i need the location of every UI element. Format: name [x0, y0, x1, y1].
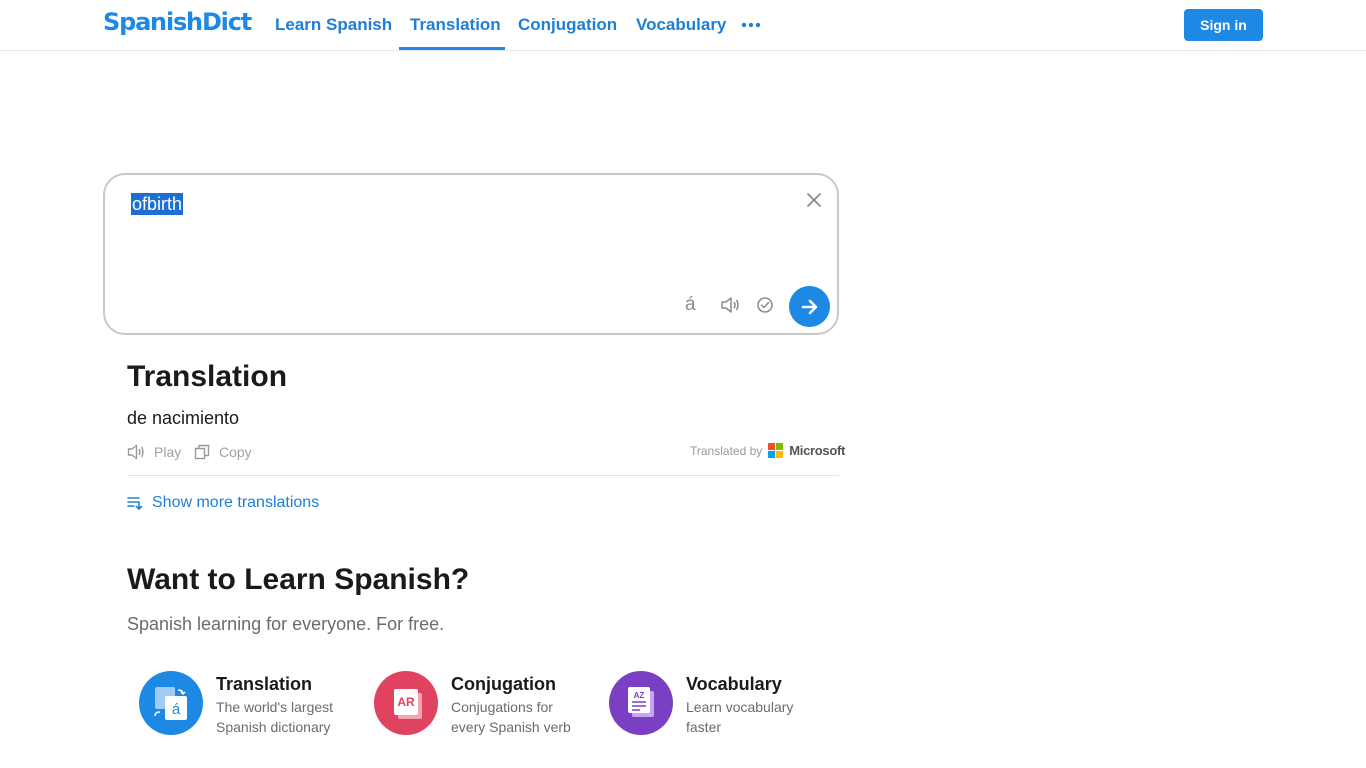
arrow-right-icon	[801, 299, 817, 314]
svg-text:á: á	[172, 701, 181, 718]
feature-conjugation[interactable]: AR Conjugation Conjugations for every Sp…	[374, 671, 584, 741]
translation-result: de nacimiento	[127, 408, 240, 428]
copy-icon	[194, 444, 210, 460]
feature-vocabulary[interactable]: AZ Vocabulary Learn vocabulary faster	[609, 671, 819, 741]
translator-input-text[interactable]: ofbirth	[131, 193, 184, 215]
divider	[127, 475, 839, 476]
feature-desc-line: every Spanish verb	[451, 719, 571, 735]
nav-learn-spanish[interactable]: Learn Spanish	[275, 15, 392, 35]
speaker-icon[interactable]	[720, 296, 740, 314]
copy-label: Copy	[219, 444, 252, 460]
nav-conjugation[interactable]: Conjugation	[518, 15, 617, 35]
show-more-label: Show more translations	[152, 494, 320, 511]
microsoft-logo-icon	[768, 443, 784, 458]
feature-title: Conjugation	[451, 674, 556, 694]
translator-input-box[interactable]: ofbirth á	[103, 173, 839, 335]
play-label: Play	[154, 444, 182, 460]
translation-heading: Translation	[127, 360, 288, 393]
feature-title: Translation	[216, 674, 313, 694]
list-expand-icon	[127, 497, 143, 510]
conjugation-feature-icon: AR	[374, 671, 438, 735]
play-button[interactable]: Play	[127, 444, 181, 460]
accent-icon[interactable]: á	[685, 294, 696, 316]
spellcheck-icon[interactable]	[756, 296, 774, 314]
speaker-icon	[127, 444, 144, 460]
feature-desc-line: Conjugations for	[451, 699, 553, 715]
feature-description: The world's largest Spanish dictionary	[216, 697, 356, 737]
vocabulary-feature-icon: AZ	[609, 671, 673, 735]
more-dots-icon[interactable]	[741, 22, 761, 28]
translate-button[interactable]	[789, 286, 830, 327]
nav-translation[interactable]: Translation	[410, 15, 501, 35]
microsoft-label: Microsoft	[789, 443, 846, 458]
active-tab-indicator	[399, 47, 505, 50]
sign-in-button[interactable]: Sign in	[1184, 9, 1263, 41]
feature-translation[interactable]: á Translation The world's largest Spanis…	[139, 671, 349, 741]
feature-desc-line: Spanish dictionary	[216, 719, 331, 735]
feature-desc-line: The world's largest	[216, 699, 334, 715]
translated-by-attribution: Translated by Microsoft	[690, 443, 845, 458]
feature-desc-line: Learn vocabulary	[686, 699, 794, 715]
site-header: SpanishDict Learn Spanish Translation Co…	[0, 0, 1366, 51]
spanishdict-logo[interactable]: SpanishDict	[103, 8, 252, 36]
copy-button[interactable]: Copy	[194, 444, 252, 460]
feature-description: Learn vocabulary faster	[686, 697, 826, 737]
feature-desc-line: faster	[686, 719, 722, 735]
nav-vocabulary[interactable]: Vocabulary	[636, 15, 726, 35]
feature-title: Vocabulary	[686, 674, 782, 694]
translated-by-label: Translated by	[690, 443, 763, 458]
learn-heading: Want to Learn Spanish?	[127, 563, 470, 596]
svg-text:AR: AR	[397, 695, 415, 709]
show-more-translations-link[interactable]: Show more translations	[127, 494, 319, 512]
translation-feature-icon: á	[139, 671, 203, 735]
feature-description: Conjugations for every Spanish verb	[451, 697, 591, 737]
learn-subheading: Spanish learning for everyone. For free.	[127, 614, 445, 634]
close-icon[interactable]	[805, 191, 823, 209]
svg-text:AZ: AZ	[634, 691, 645, 700]
